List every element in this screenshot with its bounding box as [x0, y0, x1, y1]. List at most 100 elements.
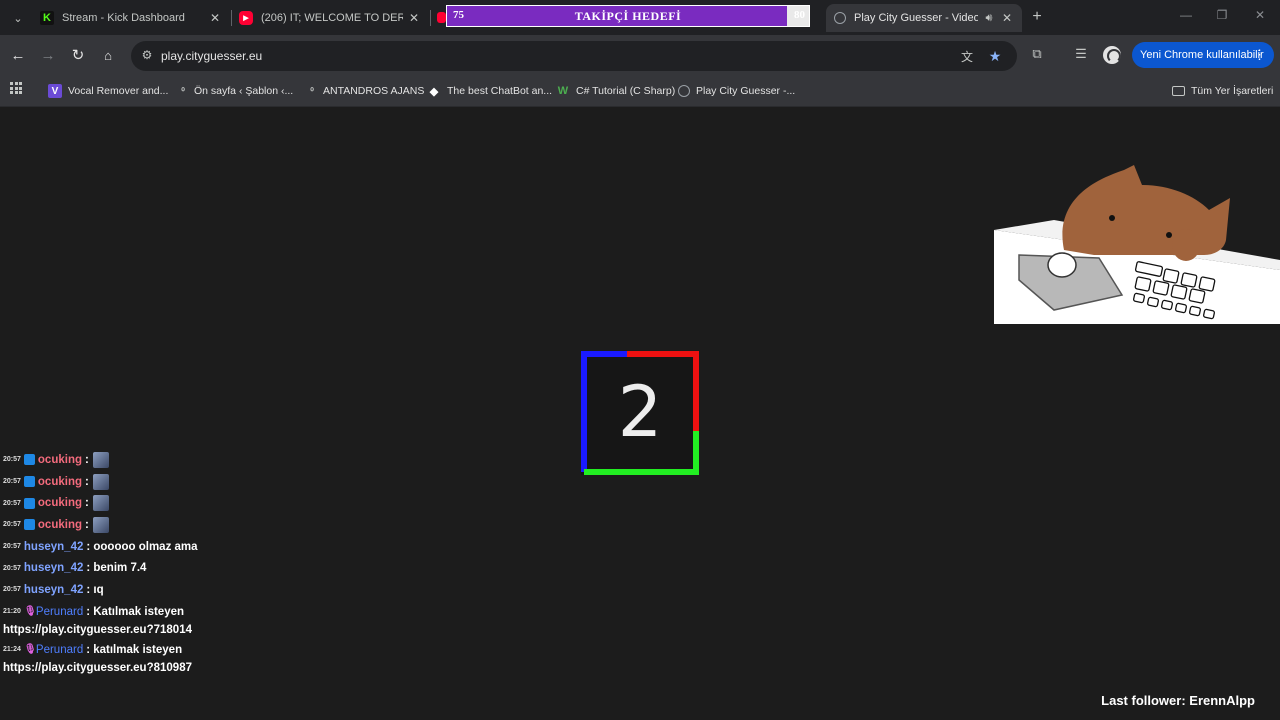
bookmark-antandros[interactable]: ⁰ ANTANDROS AJANS [307, 82, 424, 100]
chat-user: ocuking [37, 518, 82, 531]
media-controls-icon[interactable]: ☰ [1072, 46, 1090, 64]
chat-text: : Katılmak isteyen [86, 605, 185, 618]
badge-icon [23, 519, 35, 531]
bookmark-vocal-remover[interactable]: V Vocal Remover and... [48, 82, 168, 100]
bongo-cat-overlay [994, 165, 1280, 324]
tab-kick-dashboard[interactable]: K Stream - Kick Dashboard ✕ [32, 4, 230, 32]
chat-colon: : [85, 475, 89, 488]
all-bookmarks-label: Tüm Yer İşaretleri [1191, 85, 1274, 97]
bookmark-label: Ön sayfa ‹ Şablon ‹... [194, 85, 294, 97]
bookmarks-bar: V Vocal Remover and... ⁰ Ön sayfa ‹ Şabl… [0, 75, 1280, 107]
chat-time: 20:57 [3, 499, 21, 507]
youtube-icon [437, 12, 446, 23]
new-tab-button[interactable]: + [1028, 8, 1046, 26]
microphone-icon: 🎙︎ [23, 644, 37, 656]
chat-text: : katılmak isteyen [86, 643, 183, 656]
bookmark-on-sayfa[interactable]: ⁰ Ön sayfa ‹ Şablon ‹... [178, 82, 293, 100]
chat-user: huseyn_42 [23, 583, 84, 596]
home-icon[interactable]: ⌂ [97, 45, 119, 67]
emote-icon [92, 451, 109, 468]
apps-grid-icon[interactable] [10, 82, 22, 94]
chat-message: 20:57 ocuking : [3, 514, 263, 536]
diamond-icon: ◆ [429, 85, 439, 98]
browser-toolbar: ← → ↻ ⌂ ⚙ play.cityguesser.eu 文 ★ ⧉ ☰ Ye… [0, 35, 1280, 75]
tab-title: Stream - Kick Dashboard [62, 12, 185, 24]
chat-message: 20:57 ocuking : [3, 449, 263, 471]
chat-user: huseyn_42 [23, 562, 84, 575]
globe-icon [834, 12, 846, 24]
goal-label: TAKİPÇİ HEDEFİ [574, 9, 682, 23]
chat-message: 20:57 huseyn_42 : benim 7.4 [3, 557, 263, 579]
bookmark-label: C# Tutorial (C Sharp) [576, 85, 676, 97]
address-url: play.cityguesser.eu [161, 49, 263, 63]
chat-message: 20:57 huseyn_42 : oooooo olmaz ama [3, 536, 263, 558]
reload-icon[interactable]: ↻ [67, 45, 89, 67]
close-icon[interactable]: ✕ [208, 11, 222, 25]
emote-icon [92, 495, 109, 512]
chat-colon: : [85, 497, 89, 510]
chat-time: 20:57 [3, 543, 21, 551]
tab-play-city-guesser[interactable]: Play City Guesser - Video A 🔊︎ ✕ [826, 4, 1022, 32]
kebab-menu-icon[interactable]: ⋮ [1253, 47, 1266, 63]
chrome-update-button[interactable]: Yeni Chrome kullanılabilir ⋮ [1132, 42, 1274, 68]
badge-icon [23, 497, 35, 509]
profile-avatar[interactable] [1103, 46, 1121, 64]
chat-user: ocuking [37, 453, 82, 466]
chat-user: ocuking [37, 475, 82, 488]
minimize-icon[interactable]: — [1176, 8, 1196, 26]
site-info-icon[interactable]: ⚙ [139, 48, 155, 64]
chat-link[interactable]: https://play.cityguesser.eu?718014 [3, 621, 263, 639]
chat-text: : ıq [86, 583, 104, 596]
bookmark-play-city-guesser[interactable]: Play City Guesser -... [678, 82, 795, 100]
emote-icon [92, 473, 109, 490]
chat-time: 20:57 [3, 478, 21, 486]
bookmark-label: ANTANDROS AJANS [323, 85, 425, 97]
wordpress-icon: ⁰ [181, 85, 185, 96]
globe-icon [678, 85, 690, 97]
back-icon[interactable]: ← [7, 45, 29, 67]
chat-message: 20:57 ocuking : [3, 471, 263, 493]
bookmark-label: Play City Guesser -... [696, 85, 796, 97]
countdown-box: 2 [581, 351, 699, 475]
chat-message: 21:20 🎙︎ Perunard : Katılmak isteyen htt… [3, 601, 263, 639]
translate-icon[interactable]: 文 [959, 48, 975, 64]
forward-icon[interactable]: → [37, 45, 59, 67]
tab-youtube[interactable]: ▶ (206) IT; WELCOME TO DERRY - ✕ [231, 4, 429, 32]
speaker-icon[interactable]: 🔊︎ [982, 12, 996, 25]
chat-message: 20:57 ocuking : [3, 492, 263, 514]
address-bar[interactable]: ⚙ play.cityguesser.eu 文 ★ [131, 41, 1017, 71]
tab-search-icon[interactable]: ⌄ [8, 8, 28, 28]
chat-text: : benim 7.4 [86, 562, 147, 575]
tab-strip: ⌄ K Stream - Kick Dashboard ✕ ▶ (206) IT… [0, 0, 1280, 35]
badge-icon [23, 454, 35, 466]
close-icon[interactable]: ✕ [407, 11, 421, 25]
all-bookmarks-folder[interactable]: Tüm Yer İşaretleri [1172, 82, 1273, 100]
chat-user: huseyn_42 [23, 540, 84, 553]
emote-icon [92, 516, 109, 533]
close-window-icon[interactable]: ✕ [1250, 8, 1270, 26]
w3schools-icon: W [557, 85, 569, 97]
youtube-icon: ▶ [239, 11, 253, 25]
vocal-remover-icon: V [48, 84, 62, 98]
kick-icon: K [40, 11, 54, 25]
bookmark-label: Vocal Remover and... [68, 85, 169, 97]
close-icon[interactable]: ✕ [1000, 11, 1014, 25]
chat-user: ocuking [37, 497, 82, 510]
maximize-icon[interactable]: ❐ [1212, 8, 1232, 26]
last-follower-label: Last follower: ErennAlpp [1101, 693, 1255, 708]
chat-time: 21:24 [3, 645, 21, 653]
chat-time: 20:57 [3, 564, 21, 572]
extensions-icon[interactable]: ⧉ [1028, 46, 1046, 64]
chat-time: 21:20 [3, 607, 21, 615]
chat-message: 21:24 🎙︎ Perunard : katılmak isteyen htt… [3, 639, 263, 677]
chrome-update-label: Yeni Chrome kullanılabilir [1140, 49, 1264, 61]
bookmark-label: The best ChatBot an... [447, 85, 553, 97]
folder-icon [1172, 86, 1185, 96]
chat-link[interactable]: https://play.cityguesser.eu?810987 [3, 659, 263, 677]
badge-icon [23, 476, 35, 488]
star-icon[interactable]: ★ [987, 48, 1003, 64]
goal-target: 80 [794, 9, 805, 21]
microphone-icon: 🎙︎ [23, 606, 37, 618]
bookmark-chatbot[interactable]: ◆ The best ChatBot an... [427, 82, 552, 100]
bookmark-csharp[interactable]: W C# Tutorial (C Sharp) [556, 82, 675, 100]
